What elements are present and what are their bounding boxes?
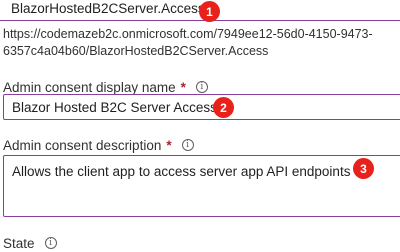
info-icon[interactable]: i xyxy=(195,81,208,93)
admin-description-label: Admin consent description * i xyxy=(3,136,194,154)
admin-display-name-input[interactable]: Blazor Hosted B2C Server Access xyxy=(3,94,400,120)
required-marker: * xyxy=(166,137,172,153)
state-label-text: State xyxy=(3,235,35,251)
scope-uri-line-2: 6357c4a04b60/BlazorHostedB2CServer.Acces… xyxy=(3,44,269,58)
state-label: State i xyxy=(3,234,57,252)
admin-description-textarea[interactable]: Allows the client app to access server a… xyxy=(3,155,400,217)
callout-badge-3: 3 xyxy=(353,158,374,179)
admin-display-name-label-text: Admin consent display name xyxy=(3,79,176,95)
scope-name-value: BlazorHostedB2CServer.Access xyxy=(11,1,205,16)
required-marker: * xyxy=(180,79,186,95)
callout-badge-2: 2 xyxy=(213,97,234,118)
admin-description-value: Allows the client app to access server a… xyxy=(12,164,351,179)
info-icon[interactable]: i xyxy=(44,237,57,249)
callout-badge-1: 1 xyxy=(199,1,220,22)
scope-uri-line-1: https://codemazeb2c.onmicrosoft.com/7949… xyxy=(3,27,373,41)
admin-display-name-value: Blazor Hosted B2C Server Access xyxy=(12,99,217,115)
admin-description-label-text: Admin consent description xyxy=(3,137,162,153)
info-icon[interactable]: i xyxy=(181,139,194,151)
